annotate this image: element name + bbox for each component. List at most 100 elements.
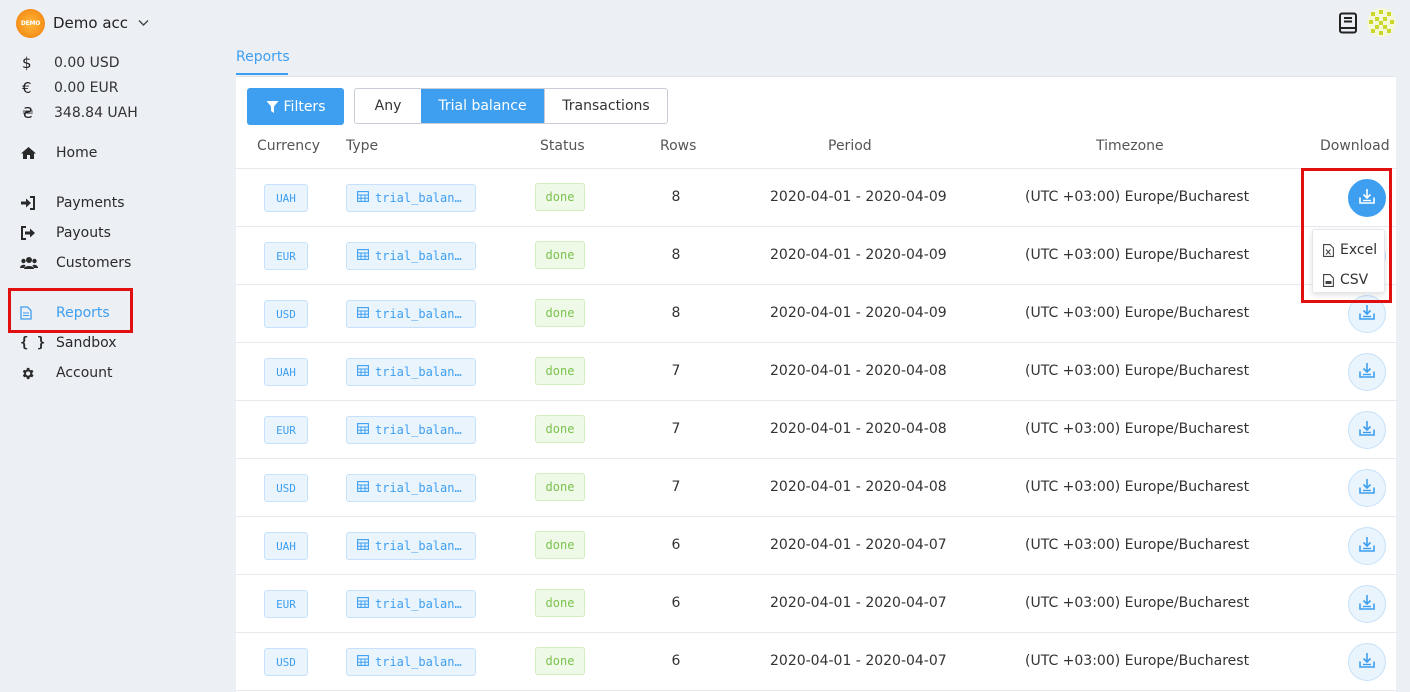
type-badge[interactable]: trial_balan… [346,184,476,212]
type-badge[interactable]: trial_balan… [346,532,476,560]
table-row: USD trial_balan… done 7 2020-04-01 - 2020-04… [236,459,1396,517]
download-button[interactable] [1348,353,1386,391]
period: 2020-04-01 - 2020-04-08 [770,421,947,437]
rows-count: 7 [671,363,681,379]
type-badge[interactable]: trial_balan… [346,648,476,676]
type-badge[interactable]: trial_balan… [346,242,476,270]
timezone: (UTC +03:00) Europe/Bucharest [1025,479,1250,495]
balance-uah: ₴ 348.84 UAH [22,103,138,123]
table-icon [357,539,369,553]
sidebar-item-label: Sandbox [56,335,117,351]
type-label: trial_balan… [375,191,462,205]
download-button[interactable] [1348,469,1386,507]
segment-any[interactable]: Any [355,89,421,123]
status-badge: done [535,241,585,269]
book-icon[interactable] [1338,12,1358,34]
currency-badge: EUR [264,416,308,444]
currency-badge: UAH [264,532,308,560]
timezone: (UTC +03:00) Europe/Bucharest [1025,537,1250,553]
currency-badge: EUR [264,242,308,270]
column-header-download: Download [1320,138,1390,154]
sidebar-item-sandbox[interactable]: { } Sandbox [20,331,220,355]
sidebar-item-label: Customers [56,255,132,271]
account-switcher[interactable]: DEMO Demo acc [16,8,149,38]
column-header-timezone: Timezone [1096,138,1164,154]
column-header-status: Status [540,138,585,154]
highlight-box-reports [8,288,133,333]
type-label: trial_balan… [375,539,462,553]
chevron-down-icon [138,20,149,26]
filters-label: Filters [283,98,326,115]
download-button[interactable] [1348,585,1386,623]
avatar[interactable] [1367,8,1396,37]
status-badge: done [535,647,585,675]
sidebar-item-payouts[interactable]: Payouts [20,221,220,245]
rows-count: 6 [671,653,681,669]
period: 2020-04-01 - 2020-04-07 [770,653,947,669]
currency-badge: USD [264,474,308,502]
sidebar-item-payments[interactable]: Payments [20,191,220,215]
table-row: USD trial_balan… done 6 2020-04-01 - 2020-04… [236,633,1396,691]
gear-icon [20,366,56,381]
table-row: UAH trial_balan… done 8 2020-04-01 - 2020-04… [236,169,1396,227]
status-badge: done [535,473,585,501]
timezone: (UTC +03:00) Europe/Bucharest [1025,363,1250,379]
hryvnia-icon: ₴ [22,104,34,122]
type-badge[interactable]: trial_balan… [346,300,476,328]
balance-eur: € 0.00 EUR [22,78,118,98]
type-label: trial_balan… [375,597,462,611]
download-icon [1358,362,1376,383]
timezone: (UTC +03:00) Europe/Bucharest [1025,247,1250,263]
currency-badge: UAH [264,184,308,212]
download-icon [1358,594,1376,615]
status-badge: done [535,531,585,559]
timezone: (UTC +03:00) Europe/Bucharest [1025,653,1250,669]
table-icon [357,423,369,437]
type-badge[interactable]: trial_balan… [346,474,476,502]
column-header-currency: Currency [257,138,321,154]
currency-badge: USD [264,300,308,328]
type-label: trial_balan… [375,307,462,321]
tab-reports[interactable]: Reports [236,49,290,75]
currency-badge: EUR [264,590,308,618]
column-header-rows: Rows [660,138,697,154]
period: 2020-04-01 - 2020-04-07 [770,595,947,611]
table-row: UAH trial_balan… done 6 2020-04-01 - 2020-04… [236,517,1396,575]
table-row: USD trial_balan… done 8 2020-04-01 - 2020-04… [236,285,1396,343]
download-button[interactable] [1348,527,1386,565]
status-badge: done [535,299,585,327]
table-icon [357,307,369,321]
sidebar-item-customers[interactable]: Customers [20,251,220,275]
download-button[interactable] [1348,643,1386,681]
download-icon [1358,652,1376,673]
rows-count: 7 [671,421,681,437]
sidebar-item-label: Account [56,365,113,381]
sidebar-item-account[interactable]: Account [20,361,220,385]
filter-icon [266,100,279,113]
column-header-type: Type [346,138,379,154]
segment-trial-balance[interactable]: Trial balance [421,89,544,123]
table-row: EUR trial_balan… done 6 2020-04-01 - 2020-04… [236,575,1396,633]
sign-in-icon [20,196,56,210]
period: 2020-04-01 - 2020-04-08 [770,363,947,379]
type-badge[interactable]: trial_balan… [346,590,476,618]
timezone: (UTC +03:00) Europe/Bucharest [1025,305,1250,321]
table-icon [357,191,369,205]
balance-amount: 0.00 USD [54,55,120,71]
type-label: trial_balan… [375,423,462,437]
filters-button[interactable]: Filters [247,88,344,125]
users-icon [20,256,56,270]
type-badge[interactable]: trial_balan… [346,358,476,386]
sidebar-item-home[interactable]: Home [20,141,220,165]
rows-count: 6 [671,537,681,553]
period: 2020-04-01 - 2020-04-09 [770,247,947,263]
report-type-segmented-control: Any Trial balance Transactions [354,88,668,124]
type-badge[interactable]: trial_balan… [346,416,476,444]
sidebar-item-label: Payments [56,195,125,211]
period: 2020-04-01 - 2020-04-09 [770,189,947,205]
timezone: (UTC +03:00) Europe/Bucharest [1025,189,1250,205]
download-button[interactable] [1348,411,1386,449]
table-icon [357,597,369,611]
segment-transactions[interactable]: Transactions [544,89,667,123]
account-logo: DEMO [16,8,45,38]
